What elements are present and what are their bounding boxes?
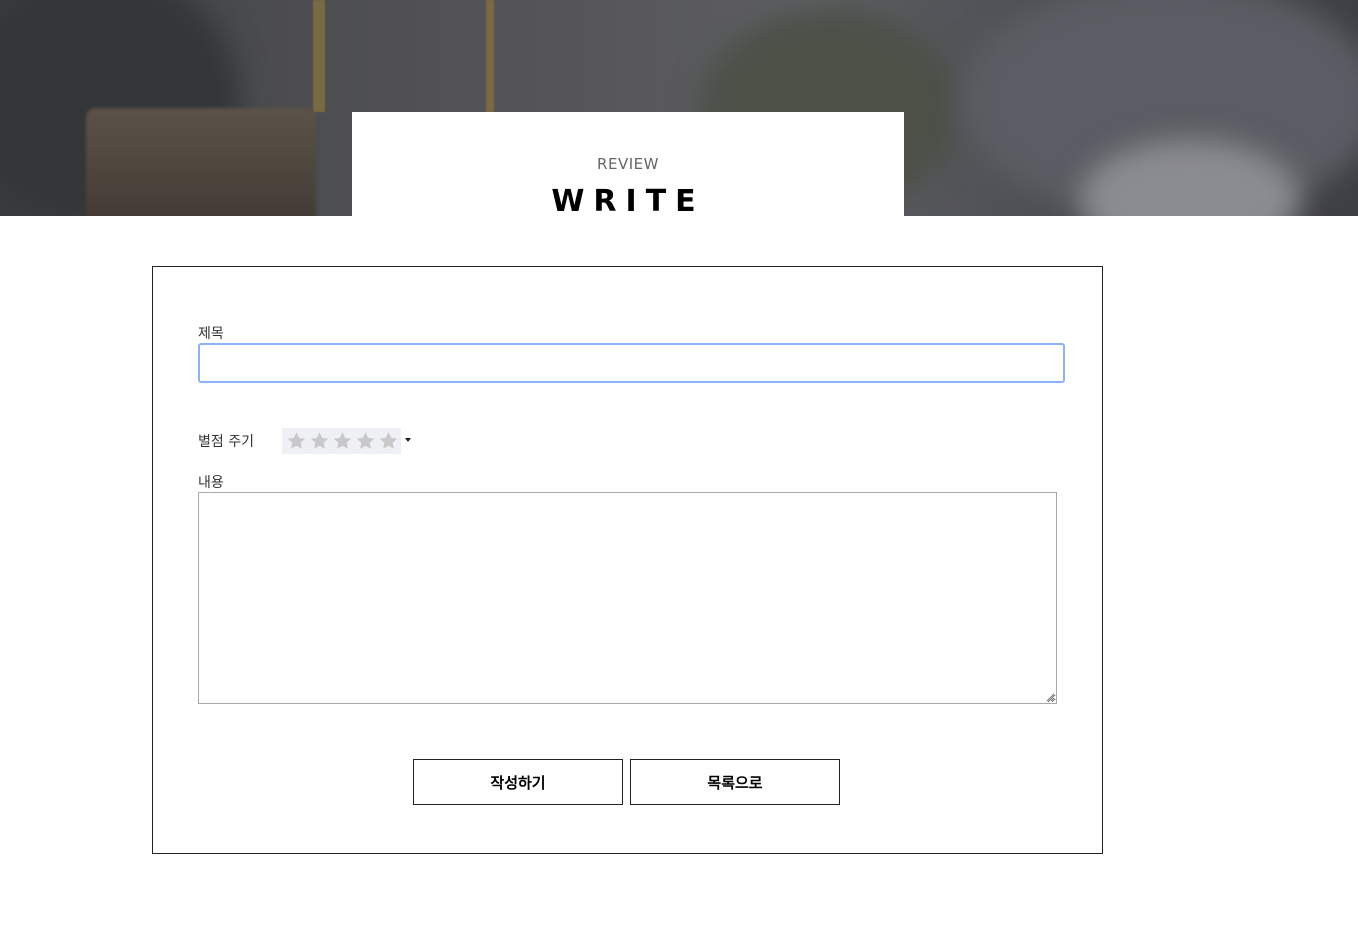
rating-label: 별점 주기: [198, 434, 254, 450]
back-to-list-button[interactable]: 목록으로: [630, 759, 840, 805]
title-label: 제목: [198, 326, 224, 342]
star-icon[interactable]: [308, 430, 331, 452]
page-subtitle: REVIEW: [597, 155, 659, 173]
title-input[interactable]: [198, 343, 1065, 383]
submit-button[interactable]: 작성하기: [413, 759, 623, 805]
hero-bg-shape: [313, 0, 325, 112]
star-icon[interactable]: [354, 430, 377, 452]
review-form: 제목 별점 주기 내용 작성하기 목록으로: [152, 266, 1103, 854]
hero-bg-shape: [486, 0, 494, 112]
page-title-box: REVIEW WRITE: [352, 112, 904, 219]
page-title: WRITE: [551, 184, 705, 219]
dropdown-caret-icon[interactable]: [405, 438, 411, 442]
star-icon[interactable]: [377, 430, 400, 452]
star-icon[interactable]: [331, 430, 354, 452]
star-icon[interactable]: [285, 430, 308, 452]
hero-bg-cup: [86, 108, 316, 216]
content-label: 내용: [198, 475, 224, 491]
content-textarea[interactable]: [198, 492, 1057, 704]
star-rating-select[interactable]: [282, 428, 401, 454]
